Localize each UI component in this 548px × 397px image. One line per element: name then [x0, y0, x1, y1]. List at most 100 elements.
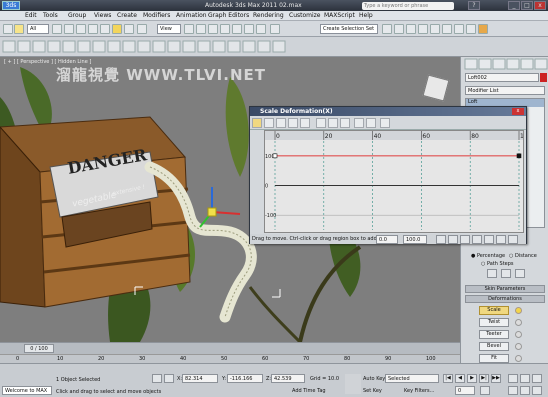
x-coordinate-field[interactable]: 82.314 — [182, 374, 218, 383]
bulb-icon[interactable] — [515, 343, 522, 350]
zoom-horizontal-icon[interactable] — [460, 235, 470, 244]
go-to-end-icon[interactable]: ▶▶ — [491, 374, 501, 383]
close-button[interactable]: x — [534, 1, 546, 10]
scale-control-point-icon[interactable] — [328, 118, 338, 128]
select-move-icon[interactable] — [100, 24, 110, 34]
go-to-start-icon[interactable]: |◀ — [443, 374, 453, 383]
time-slider[interactable]: 0 / 100 — [0, 342, 460, 354]
render-setup-icon[interactable] — [454, 24, 464, 34]
zoom-extents-icon[interactable] — [448, 235, 458, 244]
edit-named-selection-icon[interactable] — [270, 24, 280, 34]
bevel-button[interactable]: Bevel — [479, 342, 509, 351]
mirror-tool-icon[interactable] — [382, 24, 392, 34]
select-link-icon[interactable] — [14, 24, 24, 34]
deformation-chart[interactable]: 020406080100 1000-100 — [265, 131, 532, 232]
fit-button[interactable]: Fit — [479, 354, 509, 363]
zoom-viewport-icon[interactable] — [508, 374, 518, 383]
make-symmetrical-icon[interactable] — [252, 118, 262, 128]
modifier-list-dropdown[interactable]: Modifier List — [465, 86, 545, 95]
bulb-icon[interactable] — [515, 319, 522, 326]
pick-shape-button[interactable] — [487, 269, 497, 278]
rect-selection-icon[interactable] — [76, 24, 86, 34]
key-filters-button[interactable]: Key Filters... — [404, 388, 434, 394]
object-name-field[interactable]: Loft002 — [465, 73, 539, 82]
render-production-icon[interactable] — [478, 24, 488, 34]
previous-frame-icon[interactable]: ◀ — [455, 374, 465, 383]
selection-set-input[interactable]: Create Selection Set — [320, 24, 378, 34]
rollout-deformations[interactable]: Deformations — [465, 295, 545, 303]
zoom-vertical-icon[interactable] — [472, 235, 482, 244]
menu-maxscript[interactable]: MAXScript — [324, 12, 355, 19]
key-icon[interactable] — [345, 374, 361, 394]
percent-snap-icon[interactable] — [244, 24, 254, 34]
menu-graph-editors[interactable]: Graph Editors — [208, 12, 249, 19]
angle-snap-icon[interactable] — [232, 24, 242, 34]
zoom-extents-all-icon[interactable] — [532, 374, 542, 383]
field-of-view-icon[interactable] — [508, 386, 518, 395]
coord-system-select[interactable]: View — [157, 24, 181, 34]
menu-edit[interactable]: Edit — [25, 12, 37, 19]
zoom-icon[interactable] — [508, 235, 518, 244]
select-by-name-icon[interactable] — [64, 24, 74, 34]
absolute-mode-icon[interactable] — [164, 374, 174, 383]
layer-manager-icon[interactable] — [394, 24, 404, 34]
teeter-button[interactable]: Teeter — [479, 330, 509, 339]
track-bar[interactable]: 0 10 20 30 40 50 60 70 80 90 100 — [0, 354, 460, 363]
point-y-field[interactable]: 100.0 — [403, 235, 427, 244]
pivot-icon[interactable] — [184, 24, 194, 34]
move-control-point-icon[interactable] — [316, 118, 326, 128]
app-logo-icon[interactable]: 3ds — [2, 1, 20, 10]
snap-icon[interactable] — [220, 24, 230, 34]
display-x-axis-icon[interactable] — [264, 118, 274, 128]
dialog-close-button[interactable]: x — [512, 108, 524, 115]
key-mode-dropdown[interactable]: Selected — [385, 374, 439, 383]
align-icon[interactable] — [208, 24, 218, 34]
search-input[interactable]: Type a keyword or phrase — [362, 2, 454, 10]
reference-coord-icon[interactable] — [137, 24, 147, 34]
mirror-icon[interactable] — [196, 24, 206, 34]
z-coordinate-field[interactable]: 42.539 — [271, 374, 305, 383]
maximize-button[interactable]: □ — [521, 1, 533, 10]
selection-filter-select[interactable]: All — [27, 24, 49, 34]
reset-curve-icon[interactable] — [366, 118, 376, 128]
swap-curves-icon[interactable] — [300, 118, 310, 128]
object-color-swatch[interactable] — [540, 73, 547, 82]
help-button[interactable]: ? — [468, 1, 480, 10]
lock-selection-icon[interactable] — [152, 374, 162, 383]
select-rotate-icon[interactable] — [112, 24, 122, 34]
menu-animation[interactable]: Animation — [176, 12, 207, 19]
delete-control-point-icon[interactable] — [354, 118, 364, 128]
current-frame-field[interactable]: 0 — [455, 386, 475, 395]
point-x-field[interactable]: 0.0 — [376, 235, 398, 244]
auto-key-button[interactable]: Auto Key — [363, 376, 385, 382]
scale-button[interactable]: Scale — [479, 306, 509, 315]
zoom-all-icon[interactable] — [520, 374, 530, 383]
curve-editor-icon[interactable] — [418, 24, 428, 34]
window-crossing-icon[interactable] — [88, 24, 98, 34]
rendered-frame-icon[interactable] — [466, 24, 476, 34]
bulb-icon[interactable] — [515, 331, 522, 338]
minimize-button[interactable]: _ — [508, 1, 520, 10]
deformation-graph[interactable]: 020406080100 1000-100 — [264, 130, 532, 233]
menu-rendering[interactable]: Rendering — [253, 12, 284, 19]
pan-icon[interactable] — [436, 235, 446, 244]
time-slider-thumb[interactable]: 0 / 100 — [24, 344, 54, 353]
play-icon[interactable]: ▶ — [467, 374, 477, 383]
undo-icon[interactable] — [3, 24, 13, 34]
pan-view-icon[interactable] — [520, 386, 530, 395]
menu-create[interactable]: Create — [117, 12, 137, 19]
graphite-toggle-icon[interactable] — [406, 24, 416, 34]
close-curve-icon[interactable] — [380, 118, 390, 128]
display-xy-axes-icon[interactable] — [288, 118, 298, 128]
menu-modifiers[interactable]: Modifiers — [143, 12, 170, 19]
get-shape-button[interactable] — [515, 269, 525, 278]
set-key-button[interactable]: Set Key — [363, 388, 382, 394]
spinner-snap-icon[interactable] — [256, 24, 266, 34]
insert-corner-point-icon[interactable] — [340, 118, 350, 128]
menu-views[interactable]: Views — [94, 12, 111, 19]
material-editor-icon[interactable] — [442, 24, 452, 34]
percentage-radio[interactable]: ● Percentage — [471, 253, 505, 259]
time-config-icon[interactable] — [480, 386, 490, 395]
zoom-region-icon[interactable] — [496, 235, 506, 244]
menu-group[interactable]: Group — [68, 12, 86, 19]
